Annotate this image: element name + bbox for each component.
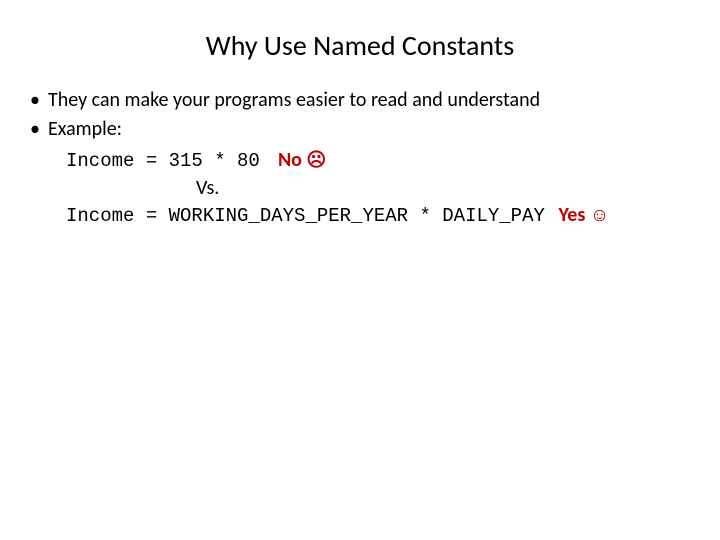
no-label: No (278, 148, 302, 172)
yes-label: Yes (558, 203, 585, 227)
bullet-list: They can make your programs easier to re… (30, 87, 690, 229)
bullet-text: Example: (48, 117, 122, 141)
slide: Why Use Named Constants They can make yo… (0, 0, 720, 540)
code-text: Income = 315 * 80 (66, 150, 260, 172)
bullet-item: Example: Income = 315 * 80 No ☹ Vs. Inco… (30, 116, 690, 229)
frown-icon: ☹ (306, 150, 326, 171)
bullet-text: They can make your programs easier to re… (48, 88, 540, 112)
code-text: Income = WORKING_DAYS_PER_YEAR * DAILY_P… (66, 205, 545, 227)
slide-content: They can make your programs easier to re… (0, 87, 720, 229)
code-line-bad: Income = 315 * 80 No ☹ (66, 147, 690, 175)
example-block: Income = 315 * 80 No ☹ Vs. Income = WORK… (48, 147, 690, 229)
vs-label: Vs. (66, 175, 690, 202)
code-line-good: Income = WORKING_DAYS_PER_YEAR * DAILY_P… (66, 202, 690, 230)
slide-title: Why Use Named Constants (0, 0, 720, 87)
smile-icon: ☺ (590, 205, 609, 226)
bullet-item: They can make your programs easier to re… (30, 87, 690, 114)
